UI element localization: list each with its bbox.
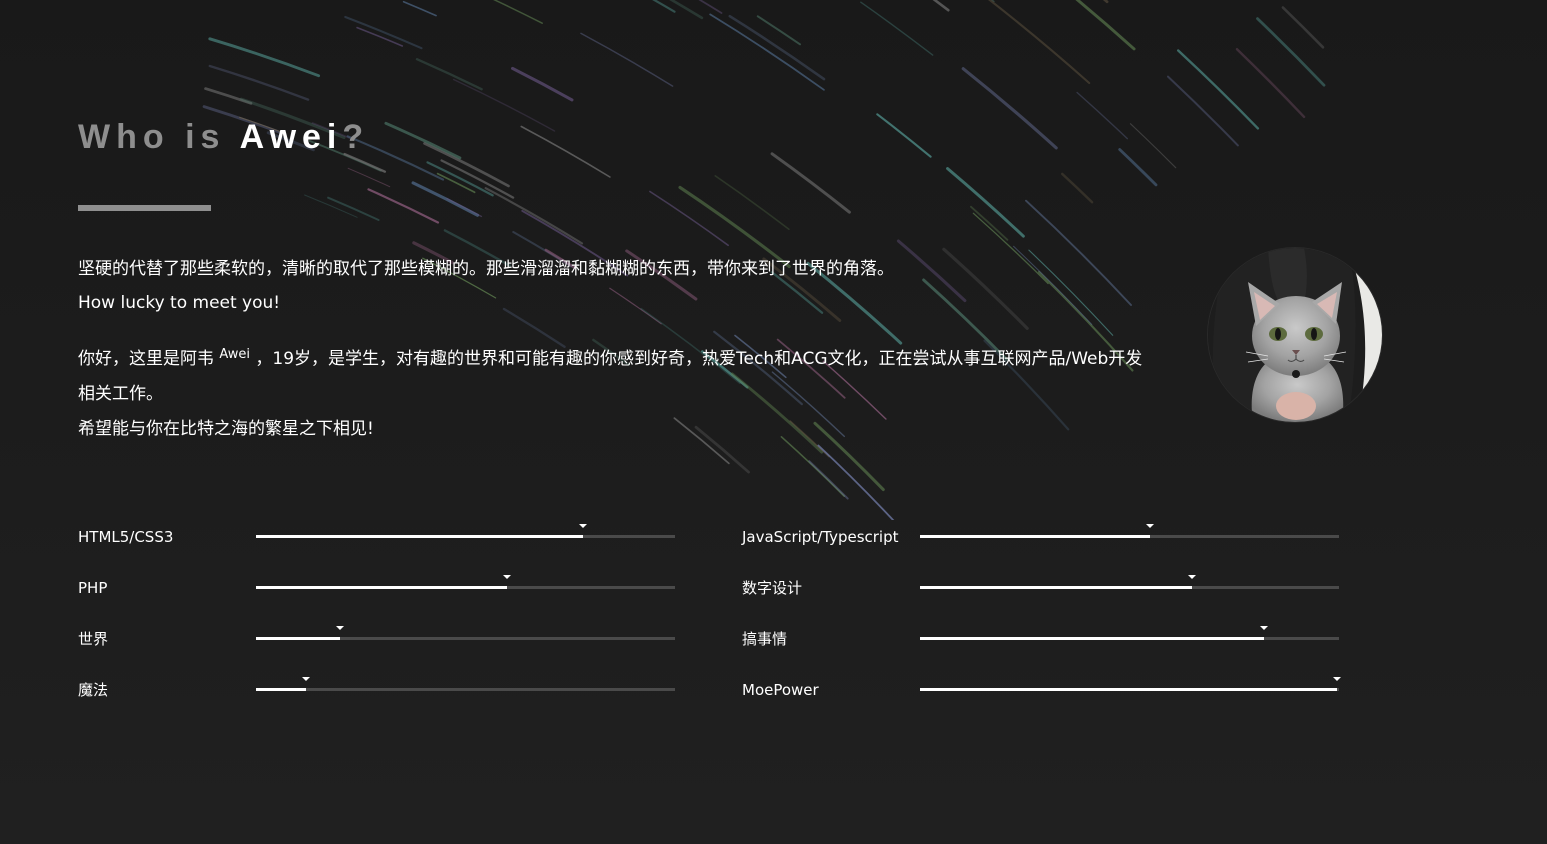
skill-progress-track xyxy=(256,677,675,691)
skill-progress-track xyxy=(920,626,1339,640)
skill-progress-fill xyxy=(920,688,1337,691)
title-underline xyxy=(78,205,211,211)
nickname-superscript: Awei xyxy=(219,347,251,362)
skill-progress-fill xyxy=(256,586,508,589)
skill-level-marker-icon xyxy=(578,524,587,528)
skill-label: 数字设计 xyxy=(742,579,803,597)
skill-level-marker-icon xyxy=(1146,524,1155,528)
skill-item: JavaScript/Typescript xyxy=(742,518,1342,554)
skill-progress-fill xyxy=(920,637,1264,640)
skill-progress-track xyxy=(256,524,675,538)
skill-item: MoePower xyxy=(742,671,1342,707)
title-question-mark: ? xyxy=(342,118,370,156)
skill-item: PHP xyxy=(78,569,678,605)
title-name: Awei xyxy=(239,118,343,156)
skill-label: MoePower xyxy=(742,681,819,699)
skill-progress-track xyxy=(256,626,675,640)
skill-progress-fill xyxy=(920,535,1151,538)
skill-item: HTML5/CSS3 xyxy=(78,518,678,554)
about-section: Who is Awei? 坚硬的代替了那些柔软的，清晰的取代了那些模糊的。那些滑… xyxy=(78,0,1547,844)
skill-level-marker-icon xyxy=(1332,677,1341,681)
skill-level-marker-icon xyxy=(302,677,311,681)
about-paragraph: 你好，这里是阿韦 Awei ，19岁，是学生，对有趣的世界和可能有趣的你感到好奇… xyxy=(78,342,1153,412)
skill-level-marker-icon xyxy=(335,626,344,630)
skill-progress-track xyxy=(920,524,1339,538)
about-page: Who is Awei? 坚硬的代替了那些柔软的，清晰的取代了那些模糊的。那些滑… xyxy=(0,0,1547,844)
intro-line-2: How lucky to meet you! xyxy=(78,293,281,313)
skill-progress-fill xyxy=(256,688,307,691)
about-closing: 希望能与你在比特之海的繁星之下相见! xyxy=(78,419,374,439)
intro-line-1: 坚硬的代替了那些柔软的，清晰的取代了那些模糊的。那些滑溜溜和黏糊糊的东西，带你来… xyxy=(78,259,894,279)
skill-item: 数字设计 xyxy=(742,569,1342,605)
skill-level-marker-icon xyxy=(1259,626,1268,630)
skill-progress-fill xyxy=(920,586,1193,589)
skill-progress-track xyxy=(920,677,1341,691)
skill-progress-fill xyxy=(256,535,583,538)
skill-progress-fill xyxy=(256,637,340,640)
about-text-before: 你好，这里是阿韦 xyxy=(78,349,220,369)
cat-avatar-icon xyxy=(1208,248,1382,422)
skill-level-marker-icon xyxy=(1188,575,1197,579)
skill-progress-track xyxy=(920,575,1339,589)
skill-item: 魔法 xyxy=(78,671,678,707)
skill-label: HTML5/CSS3 xyxy=(78,528,174,546)
intro-text: 坚硬的代替了那些柔软的，清晰的取代了那些模糊的。那些滑溜溜和黏糊糊的东西，带你来… xyxy=(78,252,1158,320)
about-text: 你好，这里是阿韦 Awei ，19岁，是学生，对有趣的世界和可能有趣的你感到好奇… xyxy=(78,342,1153,447)
skill-label: JavaScript/Typescript xyxy=(742,528,899,546)
skill-label: 世界 xyxy=(78,630,109,648)
skill-label: 搞事情 xyxy=(742,630,788,648)
skill-level-marker-icon xyxy=(503,575,512,579)
page-title: Who is Awei? xyxy=(78,118,369,157)
skill-progress-track xyxy=(256,575,675,589)
skill-item: 世界 xyxy=(78,620,678,656)
avatar xyxy=(1208,248,1382,422)
title-prefix: Who is xyxy=(78,118,240,156)
skill-label: 魔法 xyxy=(78,681,109,699)
skill-label: PHP xyxy=(78,579,108,597)
skill-item: 搞事情 xyxy=(742,620,1342,656)
